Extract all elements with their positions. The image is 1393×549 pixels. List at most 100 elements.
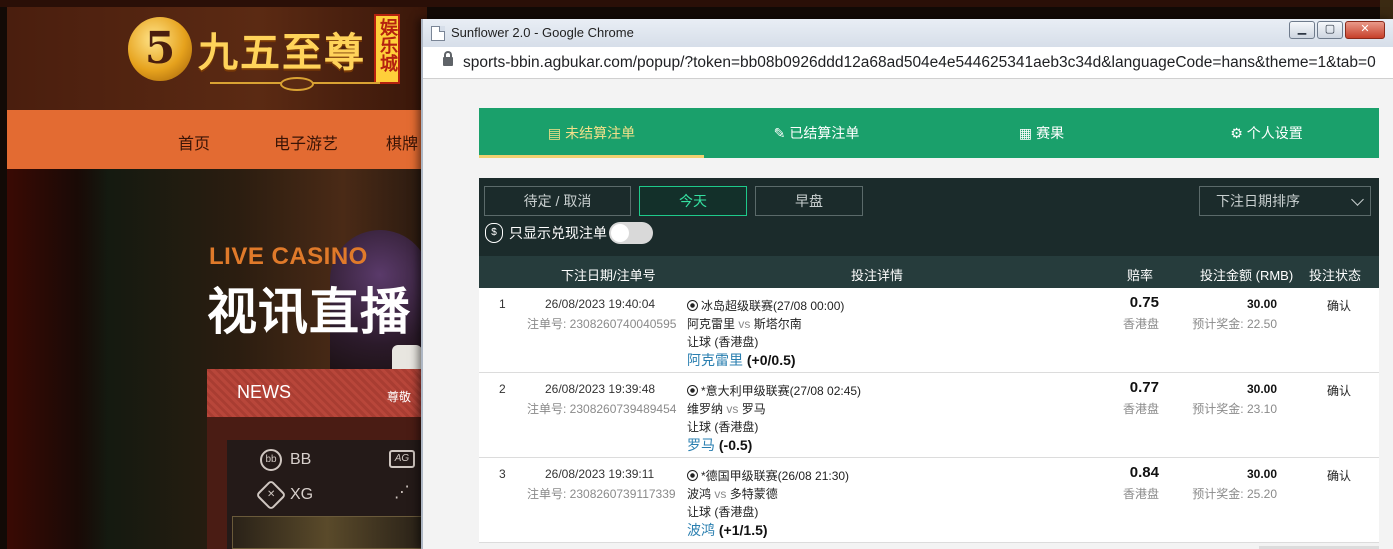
lock-icon[interactable] (443, 51, 453, 66)
bet-status: 确认 (1327, 384, 1352, 398)
window-titlebar[interactable]: Sunflower 2.0 - Google Chrome ▁ ▢ ✕ (423, 19, 1393, 47)
nav-item-cards[interactable]: 棋牌 (386, 130, 418, 154)
logo-text: 九五至尊 (198, 29, 366, 76)
hero-glow (7, 169, 107, 549)
away-team: 斯塔尔南 (753, 317, 802, 331)
logo-ornament (210, 77, 380, 91)
header-date: 下注日期/注单号 (561, 268, 656, 283)
minimize-button[interactable]: ▁ (1289, 21, 1315, 39)
bet-id: 注单号: 2308260739117339 (527, 487, 676, 501)
hero-title: 视讯直播 (207, 284, 411, 340)
nav-item-slots[interactable]: 电子游艺 (274, 130, 338, 154)
pick-line: (-0.5) (718, 437, 753, 453)
tab-results-label: 赛果 (1036, 125, 1065, 141)
filter-pending-button[interactable]: 待定 / 取消 (484, 186, 631, 216)
pick: 波鸿 (+1/1.5) (687, 520, 768, 540)
filter-panel: 待定 / 取消 今天 早盘 下注日期排序 $ 只显示兑现注单 下注日期/注单号 … (479, 178, 1379, 288)
odds-type: 香港盘 (1122, 317, 1159, 331)
header-stake: 投注金额 (RMB) (1200, 268, 1294, 283)
market: 让球 (香港盘) (687, 335, 759, 349)
window-controls: ▁ ▢ ✕ (1287, 21, 1385, 39)
xg-icon-glyph: ✕ (266, 488, 276, 500)
bbin-thumbnail[interactable] (232, 516, 422, 549)
chrome-popup-window: Sunflower 2.0 - Google Chrome ▁ ▢ ✕ spor… (421, 19, 1393, 549)
league-text: *意大利甲级联赛(27/08 02:45) (701, 384, 862, 398)
league-text: *德国甲级联赛(26/08 21:30) (701, 469, 850, 483)
bet-status: 确认 (1327, 469, 1352, 483)
tab-unsettled[interactable]: ▤ 未结算注单 (479, 108, 704, 158)
address-bar[interactable]: sports-bbin.agbukar.com/popup/?token=bb0… (423, 47, 1393, 79)
tab-settings[interactable]: ⚙ 个人设置 (1154, 108, 1379, 158)
soccer-ball-icon (687, 385, 698, 396)
filter-today-button[interactable]: 今天 (639, 186, 747, 216)
tab-unsettled-label: 未结算注单 (565, 125, 636, 141)
header-detail: 投注详情 (851, 268, 904, 283)
stake: 30.00 (1246, 297, 1277, 311)
provider-bb[interactable]: bb BB (260, 449, 311, 471)
site-logo[interactable]: 5 九五至尊 娱乐城 (128, 14, 400, 84)
vs-label: vs (714, 487, 727, 501)
pick-team: 阿克雷里 (687, 352, 743, 368)
cashout-filter: $ 只显示兑现注单 (485, 222, 653, 244)
results-icon: ▦ (1018, 124, 1033, 141)
tab-settings-label: 个人设置 (1246, 125, 1303, 141)
vs-label: vs (738, 317, 751, 331)
odds: 0.77 (1129, 379, 1159, 396)
tab-bar: ▤ 未结算注单 ✎ 已结算注单 ▦ 赛果 ⚙ 个人设置 (479, 108, 1379, 158)
provider-ag[interactable]: AG (389, 450, 423, 468)
soccer-ball-icon (687, 300, 698, 311)
market: 让球 (香港盘) (687, 420, 759, 434)
table-row: 1 26/08/2023 19:40:04 注单号: 2308260740040… (479, 288, 1379, 373)
news-label: NEWS (237, 382, 291, 402)
pick-team: 波鸿 (687, 522, 715, 538)
bet-id: 注单号: 2308260740040595 (527, 317, 677, 331)
provider-bb-label: BB (290, 451, 312, 468)
odds: 0.84 (1129, 464, 1159, 481)
pick-team: 罗马 (687, 437, 715, 453)
cashout-label: 只显示兑现注单 (509, 225, 607, 241)
window-title: Sunflower 2.0 - Google Chrome (451, 25, 634, 40)
maximize-button[interactable]: ▢ (1317, 21, 1343, 39)
url-text[interactable]: sports-bbin.agbukar.com/popup/?token=bb0… (463, 54, 1376, 72)
xg-icon: ✕ (255, 479, 287, 511)
provider-xg[interactable]: ✕ XG (255, 479, 314, 511)
row-number: 3 (499, 467, 506, 481)
league: *意大利甲级联赛(27/08 02:45) (687, 382, 861, 399)
nav-item-home[interactable]: 首页 (178, 130, 210, 154)
site-nav: 首页 电子游艺 棋牌 (7, 110, 427, 169)
header-status: 投注状态 (1309, 268, 1362, 283)
stake: 30.00 (1246, 467, 1277, 481)
table-header: 下注日期/注单号 投注详情 赔率 投注金额 (RMB) 投注状态 (479, 256, 1379, 288)
logo-badge: 5 (128, 17, 192, 81)
site-top-bar (0, 0, 1393, 7)
bet-date: 26/08/2023 19:39:11 (545, 467, 655, 481)
hero-tag: LIVE CASINO (209, 243, 368, 270)
cashout-toggle[interactable] (609, 222, 653, 244)
sort-select[interactable]: 下注日期排序 (1199, 186, 1371, 216)
odds-type: 香港盘 (1122, 487, 1159, 501)
provider-other[interactable]: ⋰ (391, 484, 421, 506)
row-number: 1 (499, 297, 506, 311)
home-team: 波鸿 (687, 487, 712, 501)
row-number: 2 (499, 382, 506, 396)
bet-date: 26/08/2023 19:40:04 (545, 297, 656, 311)
bet-date: 26/08/2023 19:39:48 (545, 382, 656, 396)
news-ticker-text[interactable]: 尊敬 (387, 388, 411, 405)
provider-xg-label: XG (290, 486, 314, 503)
tab-results[interactable]: ▦ 赛果 (929, 108, 1154, 158)
estimated-win: 预计奖金: 25.20 (1192, 487, 1277, 501)
league: 冰岛超级联赛(27/08 00:00) (687, 297, 844, 314)
pick-line: (+0/0.5) (746, 352, 796, 368)
pick-line: (+1/1.5) (718, 522, 768, 538)
tab-settled-label: 已结算注单 (789, 125, 860, 141)
close-button[interactable]: ✕ (1345, 21, 1385, 39)
logo-side-label: 娱乐城 (377, 18, 398, 72)
tab-settled[interactable]: ✎ 已结算注单 (704, 108, 929, 158)
league: *德国甲级联赛(26/08 21:30) (687, 467, 849, 484)
moneybag-icon: $ (485, 223, 503, 243)
away-team: 罗马 (741, 402, 766, 416)
filter-early-button[interactable]: 早盘 (755, 186, 863, 216)
bet-status: 确认 (1327, 299, 1352, 313)
match-teams: 阿克雷里 vs 斯塔尔南 (687, 315, 802, 332)
logo-side-text: 娱乐城 (374, 14, 400, 84)
